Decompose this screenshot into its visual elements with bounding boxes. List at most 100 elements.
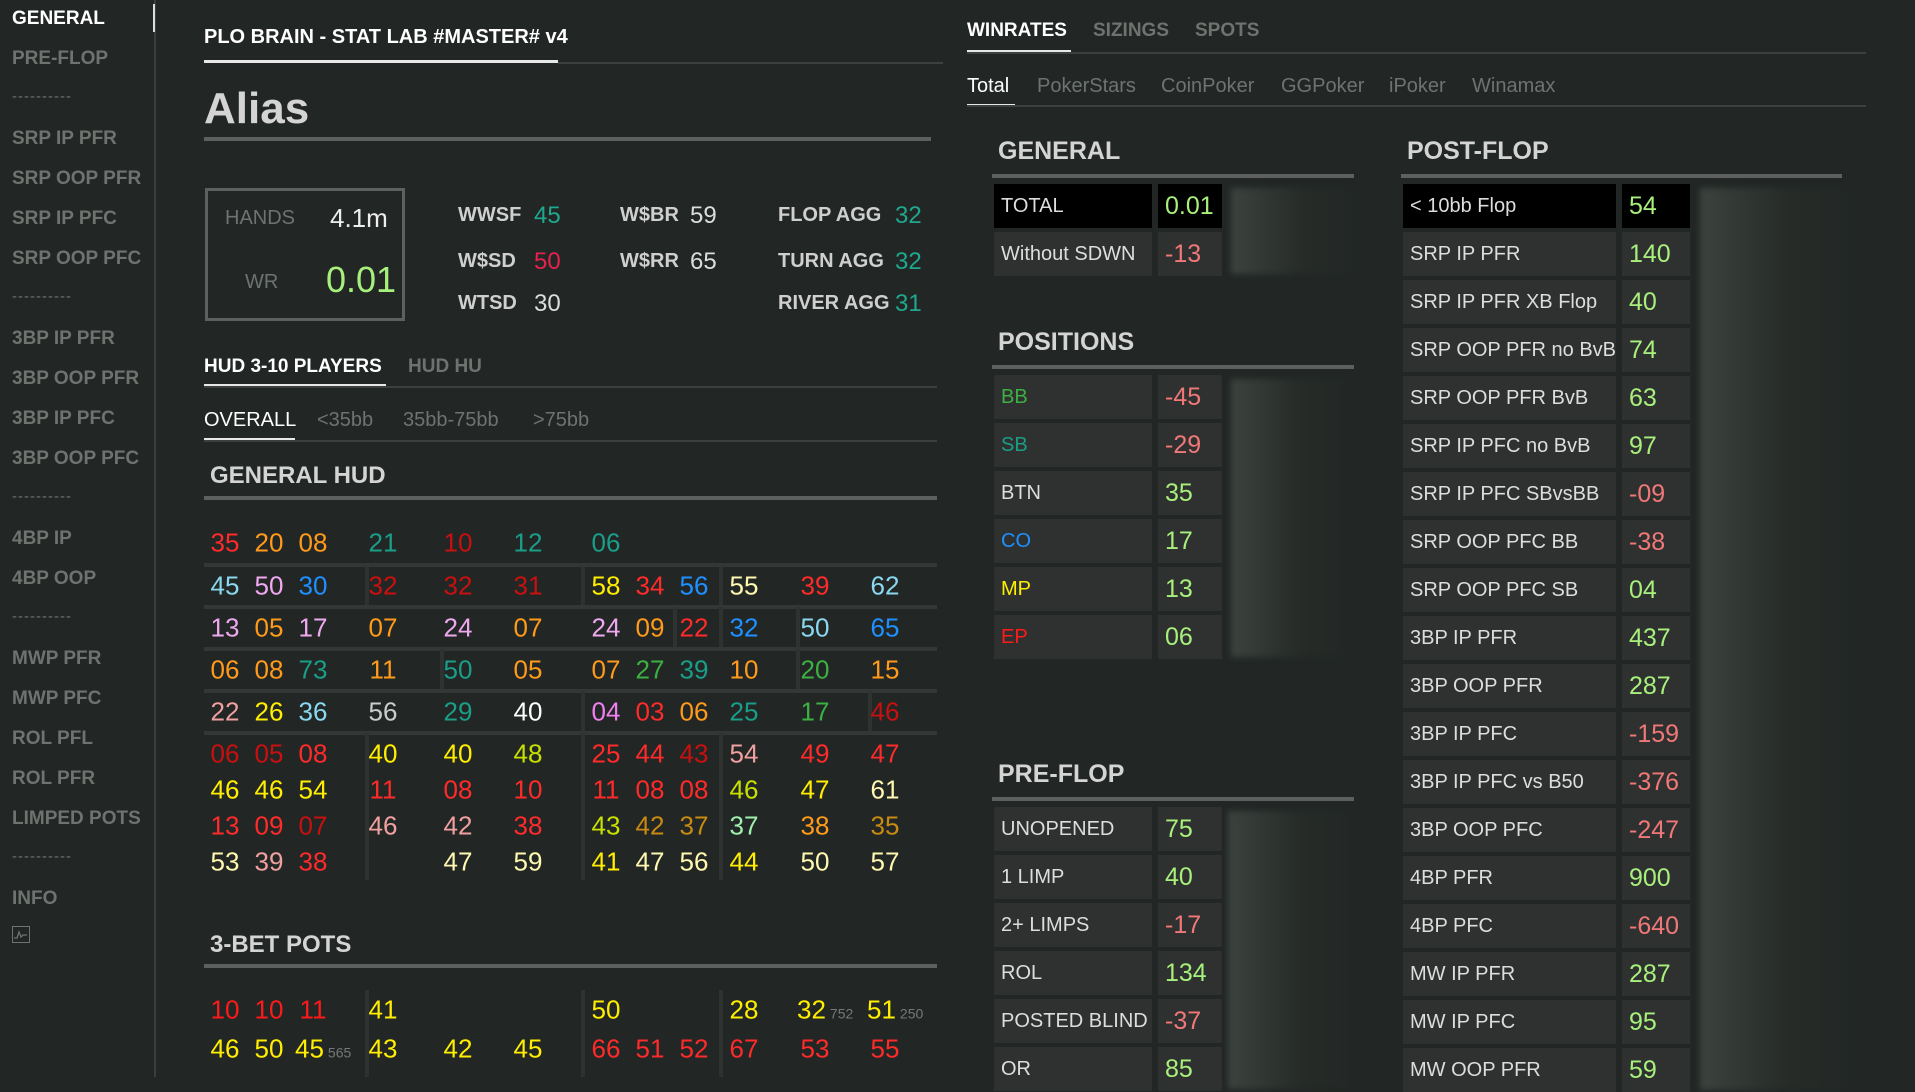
hud-stat-value: 10 bbox=[513, 774, 543, 805]
tab-pokerstars[interactable]: PokerStars bbox=[1037, 75, 1136, 98]
hud-stat: 54 bbox=[730, 739, 759, 770]
player-alias: Alias bbox=[204, 84, 310, 133]
column-divider bbox=[796, 649, 800, 689]
sidebar-item-3bp-oop-pfc[interactable]: 3BP OOP PFC bbox=[12, 448, 139, 470]
winrate-row-value: -29 bbox=[1158, 423, 1222, 467]
hud-stat-value: 54 bbox=[298, 774, 328, 805]
sidebar-item-srp-oop-pfr[interactable]: SRP OOP PFR bbox=[12, 168, 141, 190]
winrate-row-value: 74 bbox=[1622, 328, 1690, 372]
wr-value: 0.01 bbox=[326, 259, 397, 300]
sidebar-item-3bp-ip-pfc[interactable]: 3BP IP PFC bbox=[12, 408, 115, 430]
general-hud-title: GENERAL HUD bbox=[210, 462, 386, 489]
winrate-row-value: 287 bbox=[1622, 952, 1690, 996]
tab-hud-3-10-players[interactable]: HUD 3-10 PLAYERS bbox=[204, 356, 382, 378]
hud-stat: 38 bbox=[801, 811, 830, 842]
sidebar-item-limped-pots[interactable]: LIMPED POTS bbox=[12, 808, 141, 830]
winrate-row-label: MW IP PFC bbox=[1403, 1000, 1616, 1044]
tab-coinpoker[interactable]: CoinPoker bbox=[1161, 75, 1254, 98]
blurred-graph bbox=[1700, 188, 1848, 1090]
hud-stat-value: 41 bbox=[591, 846, 621, 877]
sidebar-separator: ---------- bbox=[12, 488, 72, 505]
hud-stat-value: 06 bbox=[591, 527, 621, 558]
hud-stat: 07 bbox=[592, 655, 621, 686]
hud-stat: 36 bbox=[299, 697, 328, 728]
winrate-row-value: 287 bbox=[1622, 664, 1690, 708]
hud-stat-value: 32 bbox=[797, 994, 826, 1025]
hud-stat-value: 07 bbox=[591, 654, 621, 685]
sidebar-item-srp-oop-pfc[interactable]: SRP OOP PFC bbox=[12, 248, 141, 270]
tab-sizings[interactable]: SIZINGS bbox=[1093, 20, 1169, 42]
hud-stat-value: 38 bbox=[298, 846, 328, 877]
winrate-row-value: 40 bbox=[1158, 855, 1222, 899]
hud-stat: 07 bbox=[369, 613, 398, 644]
tab-winamax[interactable]: Winamax bbox=[1472, 75, 1555, 98]
tab-spots[interactable]: SPOTS bbox=[1195, 20, 1259, 42]
stat-label-w-rr: W$RR bbox=[620, 250, 679, 272]
column-divider bbox=[796, 607, 800, 647]
sidebar-item-rol-pfr[interactable]: ROL PFR bbox=[12, 768, 95, 790]
hud-stat: 55 bbox=[730, 571, 759, 602]
hud-stat: 37 bbox=[730, 811, 759, 842]
hud-stat-value: 38 bbox=[800, 810, 830, 841]
hud-stat: 40 bbox=[369, 739, 398, 770]
winrate-row-label: SRP IP PFC SBvsBB bbox=[1403, 472, 1616, 516]
hud-stat: 08 bbox=[299, 528, 328, 559]
tab-winrates[interactable]: WINRATES bbox=[967, 20, 1067, 42]
blurred-graph bbox=[1231, 379, 1345, 657]
hud-stat-value: 08 bbox=[298, 738, 328, 769]
sidebar-item-info[interactable]: INFO bbox=[12, 888, 57, 910]
hud-stat-value: 06 bbox=[210, 738, 240, 769]
hud-stat-value: 43 bbox=[368, 1033, 398, 1064]
tab-35bb-75bb[interactable]: 35bb-75bb bbox=[403, 409, 499, 432]
tab-overall[interactable]: OVERALL bbox=[204, 409, 296, 432]
hud-stat: 11 bbox=[300, 995, 327, 1026]
winrate-row-value: 437 bbox=[1622, 616, 1690, 660]
hud-stat: 22 bbox=[680, 613, 709, 644]
divider bbox=[992, 797, 1354, 801]
tab--35bb[interactable]: <35bb bbox=[317, 409, 373, 432]
sidebar-item-4bp-oop[interactable]: 4BP OOP bbox=[12, 568, 96, 590]
sidebar-item-srp-ip-pfc[interactable]: SRP IP PFC bbox=[12, 208, 117, 230]
winrate-row-label: POSTED BLIND bbox=[994, 999, 1152, 1043]
hud-stat-value: 55 bbox=[870, 1033, 900, 1064]
chart-icon[interactable] bbox=[12, 926, 30, 943]
sidebar-item-mwp-pfc[interactable]: MWP PFC bbox=[12, 688, 101, 710]
hands-value: 4.1m bbox=[330, 203, 388, 233]
sidebar-item-srp-ip-pfr[interactable]: SRP IP PFR bbox=[12, 128, 117, 150]
hud-stat: 45 bbox=[514, 1034, 543, 1065]
hud-stat-value: 15 bbox=[870, 654, 900, 685]
sidebar-item-mwp-pfr[interactable]: MWP PFR bbox=[12, 648, 101, 670]
tab--75bb[interactable]: >75bb bbox=[533, 409, 589, 432]
hud-stat: 06 bbox=[211, 739, 240, 770]
hud-stat: 07 bbox=[514, 613, 543, 644]
hud-stat-value: 28 bbox=[729, 994, 759, 1025]
sidebar-item-3bp-ip-pfr[interactable]: 3BP IP PFR bbox=[12, 328, 115, 350]
winrate-row-value: 0.01 bbox=[1158, 184, 1222, 228]
column-divider bbox=[719, 607, 723, 647]
hud-stat-value: 43 bbox=[679, 738, 709, 769]
hud-stat-value: 66 bbox=[591, 1033, 621, 1064]
tab-hud-hu[interactable]: HUD HU bbox=[408, 356, 482, 378]
sidebar-item-general[interactable]: GENERAL bbox=[12, 8, 105, 30]
tab-total[interactable]: Total bbox=[967, 75, 1009, 98]
hud-stat-value: 48 bbox=[513, 738, 543, 769]
hud-stat: 06 bbox=[680, 697, 709, 728]
divider bbox=[992, 365, 1354, 369]
hud-stat-value: 39 bbox=[800, 570, 830, 601]
hud-stat-value: 24 bbox=[591, 612, 621, 643]
tab-ipoker[interactable]: iPoker bbox=[1389, 75, 1446, 98]
hud-stat-value: 42 bbox=[443, 1033, 473, 1064]
hud-stat-value: 29 bbox=[443, 696, 473, 727]
hud-sample-size: 250 bbox=[899, 1005, 924, 1022]
hud-stat: 30 bbox=[299, 571, 328, 602]
winrate-row-label: SRP IP PFR bbox=[1403, 232, 1616, 276]
sidebar-item-pre-flop[interactable]: PRE-FLOP bbox=[12, 48, 108, 70]
sidebar-item-rol-pfl[interactable]: ROL PFL bbox=[12, 728, 93, 750]
winrate-row-value: 59 bbox=[1622, 1048, 1690, 1092]
hud-stat: 22 bbox=[211, 697, 240, 728]
tab-ggpoker[interactable]: GGPoker bbox=[1281, 75, 1364, 98]
row-separator bbox=[204, 647, 937, 651]
sidebar-item-4bp-ip[interactable]: 4BP IP bbox=[12, 528, 72, 550]
sidebar-item-3bp-oop-pfr[interactable]: 3BP OOP PFR bbox=[12, 368, 139, 390]
stat-value-w-rr: 65 bbox=[690, 248, 717, 275]
